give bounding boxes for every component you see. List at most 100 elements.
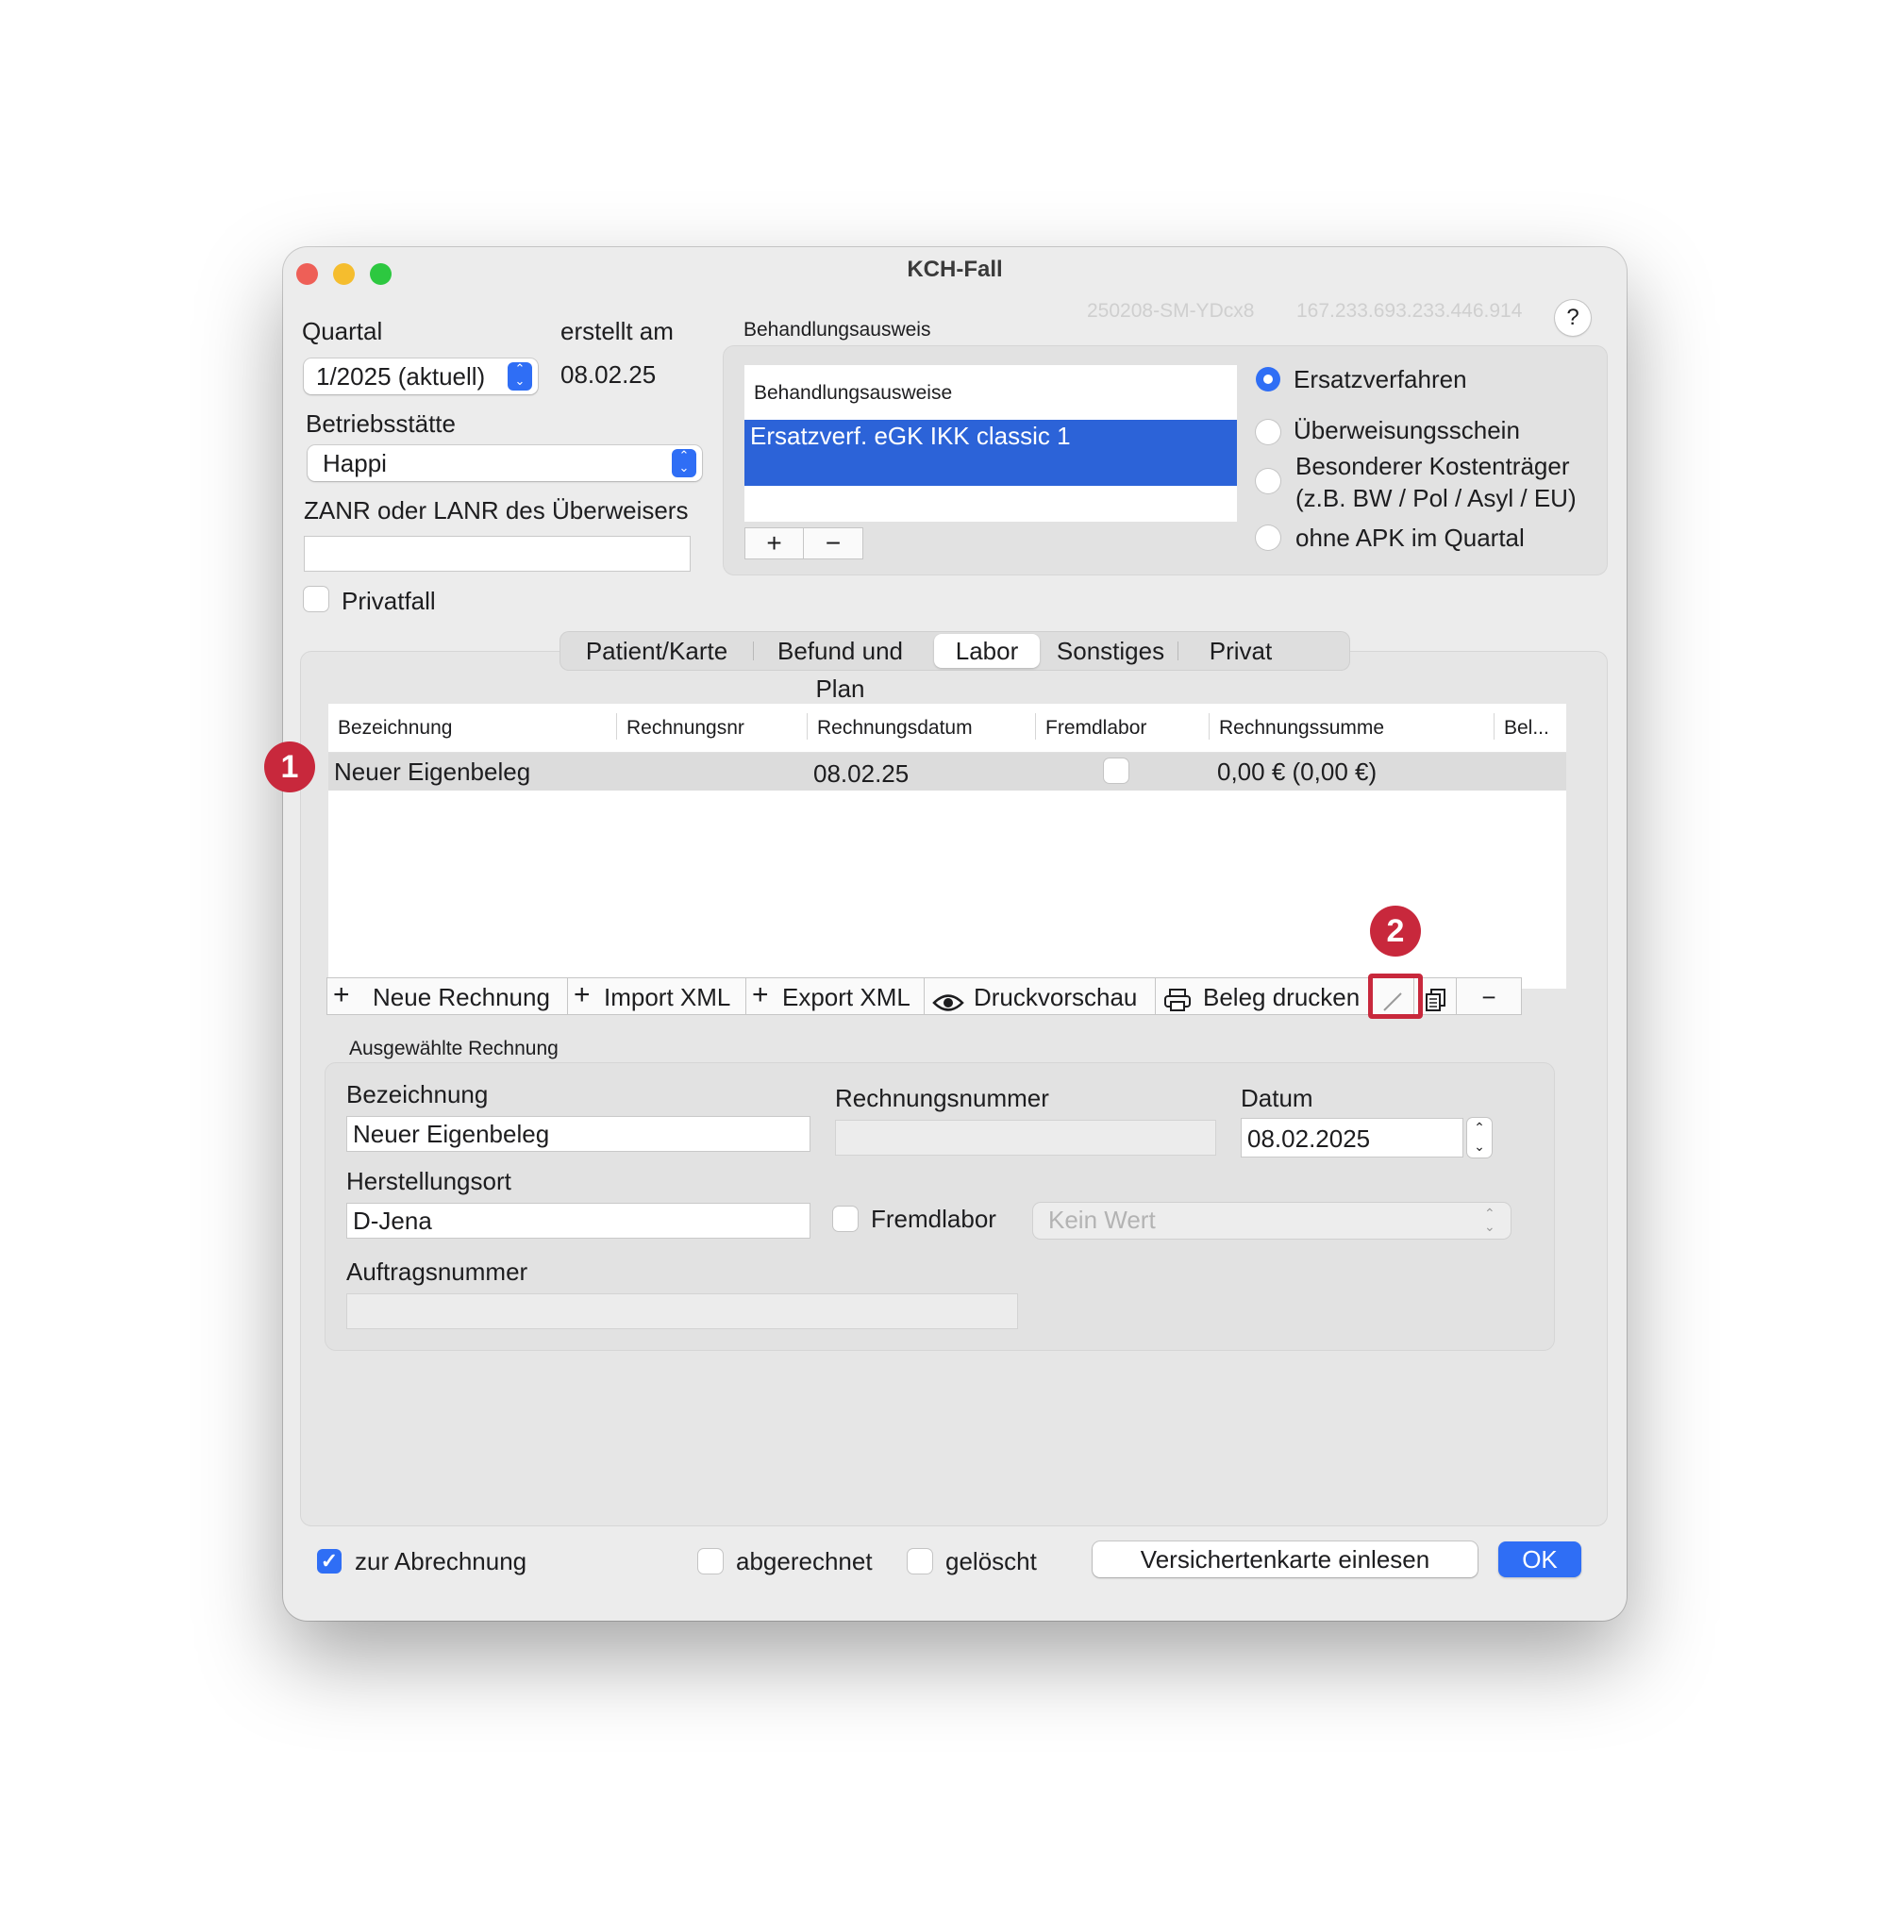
column-divider — [1494, 713, 1495, 740]
betriebsstaette-select[interactable]: Happi ⌃ ⌄ — [308, 445, 702, 481]
cell-bezeichnung: Neuer Eigenbeleg — [334, 758, 531, 786]
column-divider — [616, 713, 617, 740]
tab-befund-und-plan[interactable]: Befund und Plan — [754, 632, 927, 703]
column-fremdlabor[interactable]: Fremdlabor — [1045, 717, 1146, 740]
add-button[interactable]: + — [745, 528, 804, 558]
behandlungsausweis-group-label: Behandlungsausweis — [743, 319, 931, 341]
ersatzverfahren-radio[interactable] — [1256, 367, 1280, 391]
remove-button[interactable]: − — [804, 528, 862, 558]
table-header: Bezeichnung Rechnungsnr Rechnungsdatum F… — [328, 704, 1566, 753]
annotation-badge-1: 1 — [264, 741, 315, 792]
column-beleg[interactable]: Bel... — [1504, 717, 1549, 740]
tab-labor[interactable]: Labor — [934, 634, 1040, 668]
column-rechnungsdatum[interactable]: Rechnungsdatum — [817, 717, 973, 740]
herstellungsort-input[interactable]: D-Jena — [346, 1203, 810, 1239]
list-item-label: Ersatzverf. eGK IKK classic 1 — [750, 422, 1071, 450]
cell-rechnungssumme: 0,00 € (0,00 €) — [1217, 758, 1378, 786]
invoice-toolbar: + Neue Rechnung + Import XML + Export XM… — [326, 977, 1534, 1015]
druckvorschau-button[interactable]: Druckvorschau — [924, 977, 1156, 1015]
zur-abrechnung-checkbox[interactable]: ✓ — [317, 1549, 342, 1574]
fremdlabor-label: Fremdlabor — [871, 1205, 996, 1233]
column-divider — [807, 713, 808, 740]
zanr-label: ZANR oder LANR des Überweisers — [304, 496, 689, 525]
abgerechnet-label: abgerechnet — [736, 1547, 873, 1575]
kch-fall-window: KCH-Fall 250208-SM-YDcx8 167.233.693.233… — [283, 247, 1627, 1621]
ausgewaehlte-rechnung-group: Bezeichnung Neuer Eigenbeleg Rechnungsnu… — [325, 1062, 1555, 1351]
plus-icon: + — [752, 979, 769, 1010]
datum-label: Datum — [1241, 1084, 1313, 1112]
betriebsstaette-label: Betriebsstätte — [306, 409, 456, 438]
quartal-select[interactable]: 1/2025 (aktuell) ⌃ ⌄ — [304, 358, 538, 394]
ohne-apk-label: ohne APK im Quartal — [1295, 524, 1525, 552]
eye-icon — [932, 986, 964, 1024]
copy-icon — [1424, 985, 1448, 1023]
betriebsstaette-value: Happi — [323, 449, 387, 477]
besonderer-kostentraeger-label: Besonderer Kostenträger — [1295, 452, 1570, 480]
list-item[interactable]: Ersatzverf. eGK IKK classic 1 — [744, 420, 1237, 486]
chevron-updown-icon: ⌃ ⌄ — [1484, 1206, 1495, 1234]
case-number: 167.233.693.233.446.914 — [1296, 300, 1523, 322]
tab-privat[interactable]: Privat — [1179, 632, 1302, 670]
export-xml-label: Export XML — [782, 983, 910, 1011]
ueberweisungsschein-radio[interactable] — [1256, 420, 1280, 444]
zanr-input[interactable] — [304, 536, 691, 572]
privatfall-label: Privatfall — [342, 587, 436, 615]
fremdlabor-select[interactable]: Kein Wert ⌃ ⌄ — [1033, 1203, 1511, 1239]
datum-stepper[interactable]: ⌃ ⌄ — [1467, 1118, 1492, 1158]
cell-fremdlabor-checkbox[interactable] — [1104, 758, 1128, 783]
geloescht-label: gelöscht — [945, 1547, 1037, 1575]
import-xml-button[interactable]: + Import XML — [567, 977, 746, 1015]
datum-input[interactable]: 08.02.2025 — [1241, 1118, 1463, 1158]
geloescht-checkbox[interactable] — [908, 1549, 932, 1574]
column-rechnungssumme[interactable]: Rechnungssumme — [1219, 717, 1384, 740]
auftragsnummer-label: Auftragsnummer — [346, 1257, 528, 1286]
add-remove-control: + − — [744, 527, 863, 559]
erstellt-am-label: erstellt am — [560, 317, 674, 345]
annotation-badge-2: 2 — [1370, 906, 1421, 957]
versichertenkarte-einlesen-button[interactable]: Versichertenkarte einlesen — [1093, 1541, 1478, 1577]
column-bezeichnung[interactable]: Bezeichnung — [338, 717, 452, 740]
ersatzverfahren-label: Ersatzverfahren — [1294, 365, 1467, 393]
ok-button[interactable]: OK — [1498, 1541, 1581, 1577]
quartal-label: Quartal — [302, 317, 383, 345]
column-rechnungsnr[interactable]: Rechnungsnr — [626, 717, 744, 740]
chevron-updown-icon: ⌃ ⌄ — [508, 362, 532, 391]
tab-patient-karte[interactable]: Patient/Karte — [560, 632, 753, 670]
neue-rechnung-button[interactable]: + Neue Rechnung — [326, 977, 568, 1015]
bezeichnung-value: Neuer Eigenbeleg — [353, 1120, 550, 1148]
column-divider — [1209, 713, 1210, 740]
datum-value: 08.02.2025 — [1247, 1124, 1371, 1153]
druckvorschau-label: Druckvorschau — [974, 983, 1138, 1011]
fremdlabor-checkbox[interactable] — [833, 1207, 858, 1231]
window-title: KCH-Fall — [907, 257, 1003, 282]
plus-icon: + — [333, 979, 350, 1010]
import-xml-label: Import XML — [604, 983, 731, 1011]
chevron-updown-icon: ⌃ ⌄ — [672, 449, 696, 477]
beleg-drucken-label: Beleg drucken — [1203, 983, 1361, 1011]
beleg-drucken-button[interactable]: Beleg drucken — [1155, 977, 1372, 1015]
privatfall-checkbox[interactable] — [304, 587, 328, 611]
annotation-highlight — [1368, 974, 1423, 1019]
abgerechnet-checkbox[interactable] — [698, 1549, 723, 1574]
list-header: Behandlungsausweise — [754, 382, 953, 404]
table-row[interactable]: Neuer Eigenbeleg 08.02.25 0,00 € (0,00 €… — [328, 753, 1566, 791]
bezeichnung-label: Bezeichnung — [346, 1080, 489, 1108]
rechnungsnummer-label: Rechnungsnummer — [835, 1084, 1049, 1112]
case-id: 250208-SM-YDcx8 — [1087, 300, 1255, 322]
herstellungsort-label: Herstellungsort — [346, 1167, 511, 1195]
ohne-apk-radio[interactable] — [1256, 525, 1280, 550]
cell-rechnungsdatum: 08.02.25 — [813, 759, 910, 788]
erstellt-am-value: 08.02.25 — [560, 360, 657, 389]
rechnungsnummer-input[interactable] — [835, 1120, 1216, 1156]
behandlungsausweise-list[interactable]: Behandlungsausweise Ersatzverf. eGK IKK … — [744, 365, 1237, 522]
help-button[interactable]: ? — [1555, 300, 1591, 336]
besonderer-kostentraeger-radio[interactable] — [1256, 469, 1280, 493]
herstellungsort-value: D-Jena — [353, 1207, 432, 1235]
tab-sonstiges[interactable]: Sonstiges — [1044, 632, 1177, 670]
remove-invoice-button[interactable]: − — [1456, 977, 1522, 1015]
auftragsnummer-input[interactable] — [346, 1293, 1018, 1329]
fremdlabor-select-value: Kein Wert — [1048, 1206, 1156, 1234]
export-xml-button[interactable]: + Export XML — [745, 977, 925, 1015]
besonderer-kostentraeger-sublabel: (z.B. BW / Pol / Asyl / EU) — [1295, 484, 1577, 512]
bezeichnung-input[interactable]: Neuer Eigenbeleg — [346, 1116, 810, 1152]
